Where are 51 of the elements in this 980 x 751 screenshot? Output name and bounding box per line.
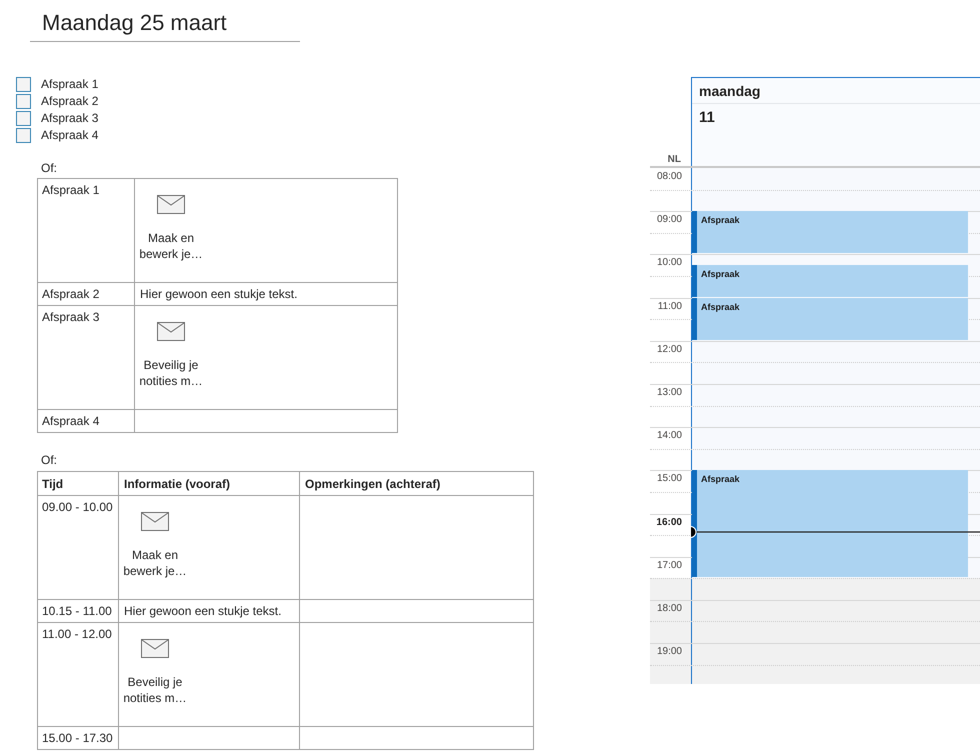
timezone-label: NL bbox=[668, 154, 681, 166]
calendar-event[interactable]: Afspraak bbox=[692, 211, 968, 254]
table-cell: 10.15 - 11.00 bbox=[38, 600, 119, 623]
date-label: 11 bbox=[699, 108, 715, 128]
hour-label: 12:00 bbox=[656, 342, 682, 356]
hour-label: 17:00 bbox=[656, 558, 682, 572]
table-caption: Of: bbox=[40, 452, 58, 468]
table-cell: 11.00 - 12.00 bbox=[38, 623, 119, 727]
table-cell: Hier gewoon een stukje tekst. bbox=[135, 283, 398, 306]
envelope-icon[interactable] bbox=[141, 639, 169, 658]
column-header: Opmerkingen (achteraf) bbox=[300, 472, 534, 496]
table-cell: 09.00 - 10.00 bbox=[38, 496, 119, 600]
attachment-label[interactable]: Maak en bewerk je… bbox=[136, 230, 206, 262]
checkbox-label: Afspraak 2 bbox=[41, 94, 98, 109]
column-header: Informatie (vooraf) bbox=[119, 472, 300, 496]
page-title: Maandag 25 maart bbox=[42, 9, 227, 37]
hour-label: 08:00 bbox=[656, 170, 682, 183]
table-cell: Afspraak 4 bbox=[38, 410, 135, 433]
table-cell: Hier gewoon een stukje tekst. bbox=[119, 600, 300, 623]
hour-label: 13:00 bbox=[656, 386, 682, 399]
envelope-icon[interactable] bbox=[157, 322, 185, 341]
hour-label: 18:00 bbox=[656, 602, 682, 615]
checkbox-label: Afspraak 4 bbox=[41, 128, 98, 143]
attachment-label[interactable]: Beveilig je notities m… bbox=[136, 357, 206, 389]
checkbox[interactable] bbox=[16, 94, 31, 109]
hour-label: 16:00 bbox=[656, 516, 682, 528]
hour-label: 09:00 bbox=[656, 213, 682, 226]
hour-label: 14:00 bbox=[656, 429, 682, 442]
checkbox[interactable] bbox=[16, 77, 31, 92]
attachment-label[interactable]: Beveilig je notities m… bbox=[120, 674, 190, 706]
calendar-event[interactable]: Afspraak bbox=[692, 298, 968, 340]
weekday-label: maandag bbox=[699, 82, 760, 100]
checkbox-label: Afspraak 3 bbox=[41, 111, 98, 126]
checkbox[interactable] bbox=[16, 128, 31, 143]
table-cell: Afspraak 1 bbox=[38, 179, 135, 283]
table-cell: 15.00 - 17.30 bbox=[38, 727, 119, 750]
envelope-icon[interactable] bbox=[157, 195, 185, 214]
table-cell: Afspraak 3 bbox=[38, 306, 135, 410]
envelope-icon[interactable] bbox=[141, 512, 169, 531]
hour-label: 10:00 bbox=[656, 256, 682, 270]
hour-label: 15:00 bbox=[656, 472, 682, 486]
calendar-event[interactable]: Afspraak bbox=[692, 470, 968, 578]
checkbox[interactable] bbox=[16, 111, 31, 126]
attachment-label[interactable]: Maak en bewerk je… bbox=[120, 547, 190, 579]
hour-label: 11:00 bbox=[658, 300, 682, 313]
column-header: Tijd bbox=[38, 472, 119, 496]
table-caption: Of: bbox=[40, 160, 58, 176]
table-cell: Afspraak 2 bbox=[38, 283, 135, 306]
calendar-event[interactable]: Afspraak bbox=[692, 265, 968, 297]
hour-label: 19:00 bbox=[656, 645, 682, 658]
checkbox-label: Afspraak 1 bbox=[41, 77, 98, 92]
